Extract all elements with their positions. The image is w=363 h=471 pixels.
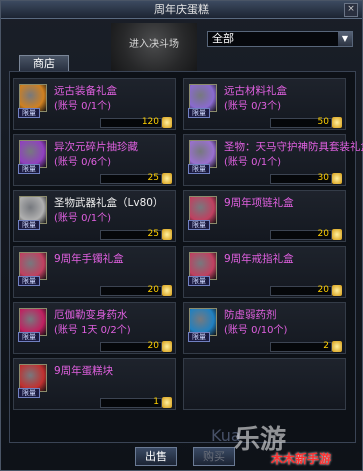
shop-item[interactable]: 限量 远古材料礼盒 (账号 0/3个) 50 [183,78,346,130]
sell-button[interactable]: 出售 [135,447,177,466]
item-name: 9周年蛋糕块 [54,365,114,377]
shop-item[interactable]: 限量 厄伽勒变身药水 (账号 1天 0/2个) 20 [13,302,176,354]
limited-badge: 限量 [188,332,210,342]
shop-item[interactable]: 限量 异次元碎片抽珍藏 (账号 0/6个) 25 [13,134,176,186]
limited-badge: 限量 [18,108,40,118]
item-price: 25 [147,173,159,183]
shop-item[interactable]: 限量 9周年戒指礼盒 20 [183,246,346,298]
limited-badge: 限量 [188,108,210,118]
item-name: 9周年项链礼盒 [224,197,294,209]
shop-item[interactable]: 限量 圣物：天马守护神防具套装礼盒 (账号 0/1个) 30 [183,134,363,186]
item-price: 2 [323,341,329,351]
item-name: 异次元碎片抽珍藏 [54,141,138,153]
item-limit: (账号 0/3个) [224,101,282,112]
coin-icon [162,341,172,352]
item-price: 25 [147,229,159,239]
limited-badge: 限量 [18,276,40,286]
limited-badge: 限量 [18,220,40,230]
category-selected: 全部 [212,32,234,45]
item-price: 20 [147,285,159,295]
item-limit: (账号 0/10个) [224,325,288,336]
chevron-down-icon[interactable]: ▼ [338,32,352,46]
shop-item[interactable]: 限量 防虚弱药剂 (账号 0/10个) 2 [183,302,346,354]
shop-window: 周年庆蛋糕 × 进入决斗场 全部 ▼ 商店 限量 远古装备礼盒 (账号 0/1个) 1… [0,0,363,471]
tab-shop[interactable]: 商店 [19,55,69,71]
coin-icon [332,117,342,128]
item-name: 远古材料礼盒 [224,85,287,97]
empty-slot [183,358,346,410]
item-price: 50 [317,117,329,127]
item-price: 30 [317,173,329,183]
shop-item[interactable]: 限量 9周年项链礼盒 20 [183,190,346,242]
item-name: 远古装备礼盒 [54,85,117,97]
coin-icon [162,397,172,408]
coin-icon [162,173,172,184]
item-price: 20 [317,229,329,239]
item-price: 20 [317,285,329,295]
item-price: 20 [147,341,159,351]
limited-badge: 限量 [18,164,40,174]
coin-icon [332,285,342,296]
item-name: 9周年手镯礼盒 [54,253,124,265]
coin-icon [332,173,342,184]
shop-item[interactable]: 限量 远古装备礼盒 (账号 0/1个) 120 [13,78,176,130]
watermark-site: 木木新手游 [271,452,332,466]
item-name: 圣物：天马守护神防具套装礼盒 [224,141,363,153]
shop-item[interactable]: 限量 圣物武器礼盒（Lv80） (账号 0/1个) 25 [13,190,176,242]
item-limit: (账号 1天 0/2个) [54,325,131,336]
window-title: 周年庆蛋糕 [154,3,209,16]
shop-item[interactable]: 限量 9周年手镯礼盒 20 [13,246,176,298]
shop-item[interactable]: 限量 9周年蛋糕块 1 [13,358,176,410]
coin-icon [162,229,172,240]
item-name: 9周年戒指礼盒 [224,253,294,265]
category-dropdown[interactable]: 全部 ▼ [207,31,353,47]
coin-icon [332,341,342,352]
banner-text: 进入决斗场 [129,39,179,50]
item-limit: (账号 0/6个) [54,157,112,168]
coin-icon [332,229,342,240]
close-icon[interactable]: × [344,3,358,17]
item-name: 厄伽勒变身药水 [54,309,128,321]
buy-button[interactable]: 购买 [193,447,235,466]
item-grid: 限量 远古装备礼盒 (账号 0/1个) 120 限量 远古材料礼盒 (账号 0/3个) 50 限… [9,71,363,443]
item-price: 1 [153,397,159,407]
limited-badge: 限量 [18,332,40,342]
window-titlebar[interactable]: 周年庆蛋糕 × [1,1,362,19]
item-limit: (账号 0/1个) [224,157,282,168]
item-name: 防虚弱药剂 [224,309,277,321]
limited-badge: 限量 [18,388,40,398]
item-price: 120 [141,117,159,127]
item-limit: (账号 0/1个) [54,101,112,112]
coin-icon [162,117,172,128]
coin-icon [162,285,172,296]
item-limit: (账号 0/1个) [54,213,112,224]
limited-badge: 限量 [188,276,210,286]
limited-badge: 限量 [188,164,210,174]
limited-badge: 限量 [188,220,210,230]
item-name: 圣物武器礼盒（Lv80） [54,197,164,209]
